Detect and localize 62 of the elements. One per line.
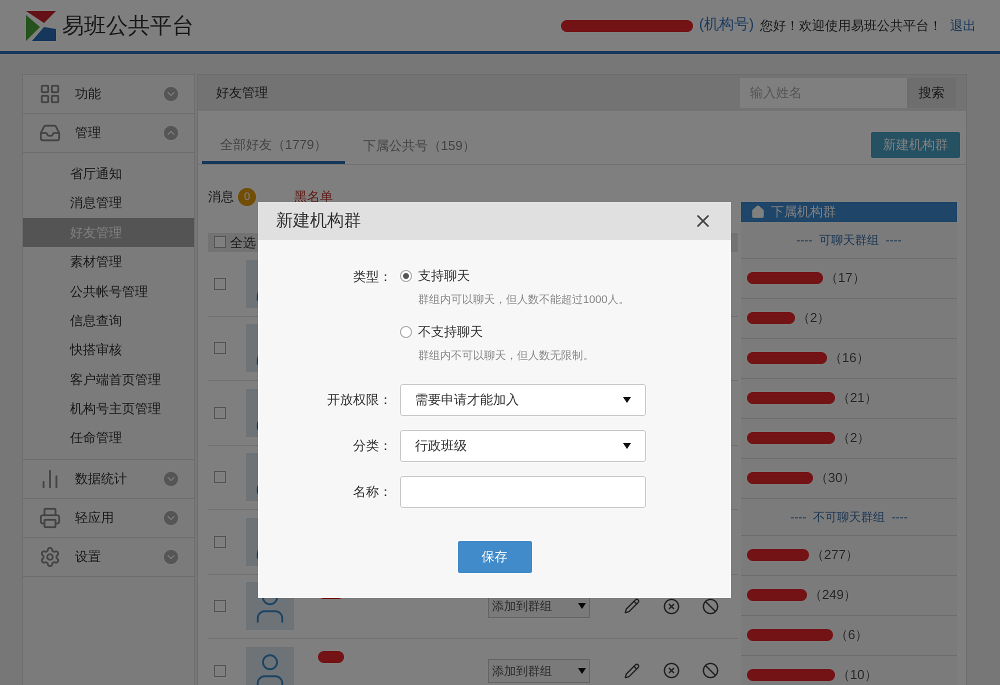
panel-title: 下属机构群 [771,203,836,221]
option-hint: 群组内不可以聊天，但人数无限制。 [418,348,595,364]
member-count: （21） [837,389,878,408]
sidebar-item[interactable]: 管理 [23,114,194,153]
new-group-button[interactable]: 新建机构群 [871,132,960,158]
member-count: （2） [837,429,870,448]
tab[interactable]: 下属公共号（159） [344,128,494,164]
group-select[interactable]: 添加到群组 [488,658,590,683]
sidebar-subitem[interactable]: 素材管理 [23,247,194,277]
dropdown[interactable]: 行政班级 [400,430,646,462]
group-item[interactable]: （6） [741,616,957,656]
field-label: 类型： [352,268,393,286]
member-count: （2） [797,309,830,328]
group-item[interactable]: （277） [741,536,957,576]
sidebar-subitem[interactable]: 信息查询 [23,306,194,336]
sidebar-subitem[interactable]: 快搭审核 [23,335,194,365]
member-count: （10） [837,666,878,684]
sidebar-subitem[interactable]: 消息管理 [23,188,194,218]
dialog-title: 新建机构群 [276,210,361,232]
sidebar-subitem[interactable]: 机构号主页管理 [23,394,194,424]
group-item[interactable]: （2） [741,418,957,458]
member-count: （6） [835,626,868,644]
group-item[interactable]: （10） [741,656,957,685]
dropdown[interactable]: 需要申请才能加入 [400,384,646,416]
group-item[interactable]: （21） [741,378,957,418]
message-count-badge: 0 [238,188,256,206]
sidebar-item[interactable]: 轻应用 [23,498,194,538]
search-button[interactable]: 搜索 [907,78,956,108]
member-count: （16） [829,349,870,368]
field-label: 开放权限： [326,391,393,410]
tab[interactable]: 全部好友（1779） [202,128,345,164]
member-count: （249） [809,586,857,604]
radio-label[interactable]: 支持聊天 [418,266,470,286]
field-label: 名称： [352,483,393,502]
sidebar-subitem[interactable]: 任命管理 [23,424,194,453]
save-button[interactable]: 保存 [458,541,532,573]
section-heading: ---- 可聊天群组 ---- [741,222,957,258]
sidebar-subitem[interactable]: 公共帐号管理 [23,276,194,306]
group-item[interactable]: （249） [741,576,957,616]
account-type: (机构号) [699,15,754,36]
field-label: 分类： [352,437,393,456]
member-count: （30） [815,469,856,488]
section-heading: ---- 不可聊天群组 ---- [741,498,957,536]
sidebar-subitem[interactable]: 省厅通知 [23,159,194,188]
logo-text: 易班公共平台 [62,12,194,40]
member-count: （17） [825,269,866,288]
sidebar-item[interactable]: 数据统计 [23,460,194,499]
page-title: 好友管理 [216,84,268,102]
greeting-text: 您好！欢迎使用易班公共平台！ [760,16,942,35]
group-item[interactable]: （17） [741,258,957,298]
group-item[interactable]: （2） [741,298,957,338]
radio-label[interactable]: 不支持聊天 [418,322,483,342]
group-item[interactable]: （30） [741,458,957,498]
sidebar-subitem[interactable]: 客户端首页管理 [23,364,194,394]
select-all-label[interactable]: 全选 [230,232,256,252]
member-count: （277） [811,546,859,564]
option-hint: 群组内可以聊天，但人数不能超过1000人。 [418,292,630,308]
message-label[interactable]: 消息 [208,187,234,206]
logout-link[interactable]: 退出 [950,16,976,36]
sidebar-item[interactable]: 设置 [23,538,194,577]
sidebar-item[interactable]: 功能 [23,75,194,114]
group-item[interactable]: （16） [741,338,957,378]
